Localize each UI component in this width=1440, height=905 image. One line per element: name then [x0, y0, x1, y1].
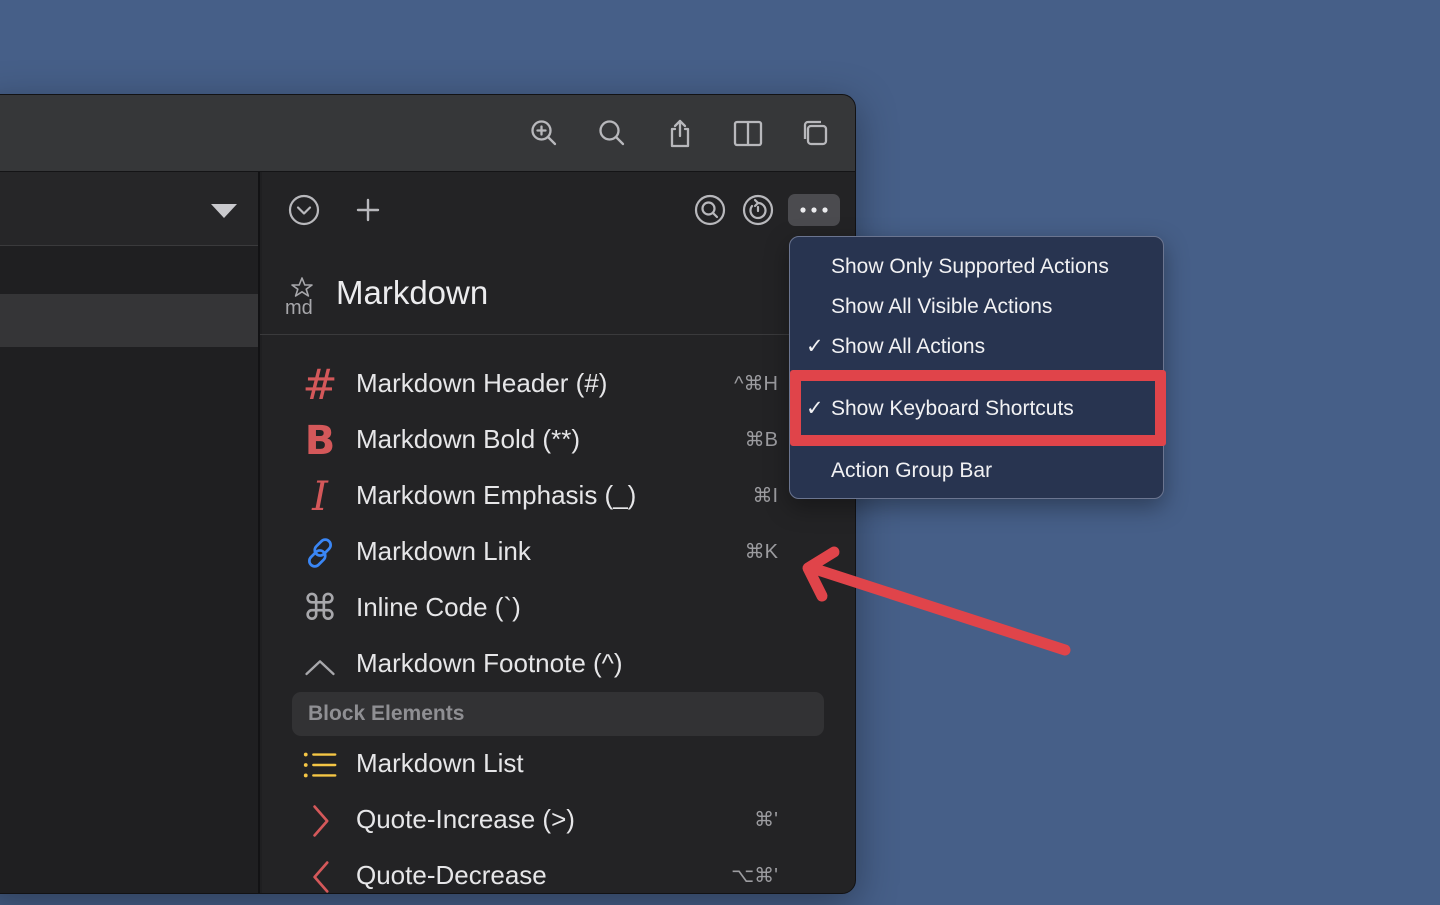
- chevron-right-icon: [300, 799, 340, 843]
- hash-icon: #: [302, 360, 338, 409]
- more-options-button[interactable]: [788, 194, 840, 226]
- action-shortcut: ⌘': [754, 809, 778, 831]
- command-icon: ⌘: [302, 588, 338, 629]
- search-icon[interactable]: [592, 113, 632, 153]
- action-label: Markdown List: [356, 748, 524, 778]
- menu-item-show-all-visible-actions[interactable]: Show All Visible Actions: [790, 288, 1163, 326]
- action-label: Markdown Footnote (^): [356, 648, 623, 678]
- action-row-quote-increase[interactable]: Quote-Increase (>) ⌘': [260, 793, 856, 849]
- left-pane-header: [0, 172, 258, 246]
- section-header-label: Block Elements: [308, 702, 465, 725]
- menu-item-label: Show All Visible Actions: [831, 295, 1053, 318]
- action-row-inline-code[interactable]: ⌘ Inline Code (`): [260, 581, 856, 637]
- checkmark-icon: ✓: [806, 335, 824, 358]
- menu-item-label: Action Group Bar: [831, 459, 993, 482]
- italic-icon: I: [312, 474, 328, 520]
- window-copy-icon[interactable]: [795, 113, 835, 153]
- action-shortcut: ⌥⌘': [731, 865, 778, 887]
- action-label: Markdown Header (#): [356, 368, 608, 398]
- search-circle-icon[interactable]: [692, 192, 728, 228]
- action-row-bold[interactable]: B Markdown Bold (**) ⌘B: [260, 413, 856, 469]
- action-label: Markdown Bold (**): [356, 424, 580, 454]
- action-label: Quote-Decrease: [356, 860, 547, 890]
- action-row-list[interactable]: Markdown List: [260, 737, 856, 793]
- left-pane-selected-row[interactable]: [0, 294, 258, 347]
- window-titlebar: [0, 95, 855, 172]
- plus-icon[interactable]: [350, 192, 386, 228]
- action-label: Quote-Increase (>): [356, 804, 575, 834]
- action-row-quote-decrease[interactable]: Quote-Decrease ⌥⌘': [260, 849, 856, 905]
- bold-icon: B: [304, 418, 336, 464]
- menu-item-label: Show All Actions: [831, 335, 986, 358]
- zoom-in-icon[interactable]: [524, 113, 564, 153]
- annotation-arrow-icon: [802, 546, 1071, 656]
- more-icon: [800, 207, 828, 213]
- caret-icon: [300, 643, 340, 687]
- svg-text:md: md: [285, 297, 313, 316]
- action-shortcut: ^⌘H: [734, 373, 778, 395]
- action-shortcut: ⌘B: [744, 429, 778, 451]
- action-row-emphasis[interactable]: I Markdown Emphasis (_) ⌘I: [260, 469, 856, 525]
- menu-item-action-group-bar[interactable]: Action Group Bar: [790, 452, 1163, 490]
- chevron-circle-down-icon[interactable]: [286, 192, 322, 228]
- action-shortcut: ⌘K: [744, 541, 778, 563]
- menu-item-show-only-supported-actions[interactable]: Show Only Supported Actions: [790, 248, 1163, 286]
- link-icon: [300, 531, 340, 575]
- action-label: Inline Code (`): [356, 592, 521, 622]
- left-pane: [0, 172, 260, 893]
- list-icon: [300, 743, 340, 787]
- dropdown-triangle-icon[interactable]: [211, 204, 237, 218]
- menu-item-label: Show Only Supported Actions: [831, 255, 1109, 278]
- action-row-footnote[interactable]: Markdown Footnote (^): [260, 637, 856, 693]
- history-icon[interactable]: [740, 192, 776, 228]
- action-row-link[interactable]: Markdown Link ⌘K: [260, 525, 856, 581]
- chevron-left-icon: [300, 855, 340, 899]
- markdown-logo-icon: md: [285, 277, 313, 316]
- group-title: Markdown: [336, 274, 489, 311]
- annotation-highlight-box: [790, 370, 1166, 446]
- action-group-header: md Markdown: [260, 256, 856, 335]
- section-header-block-elements[interactable]: Block Elements: [292, 692, 824, 736]
- options-menu: Show Only Supported Actions Show All Vis…: [789, 236, 1164, 499]
- action-shortcut: ⌘I: [752, 485, 778, 507]
- action-row-header[interactable]: # Markdown Header (#) ^⌘H: [260, 357, 856, 413]
- action-label: Markdown Link: [356, 536, 531, 566]
- share-icon[interactable]: [660, 113, 700, 153]
- menu-item-show-all-actions[interactable]: ✓ Show All Actions: [790, 328, 1163, 366]
- action-label: Markdown Emphasis (_): [356, 480, 637, 510]
- sidebar-toggle-icon[interactable]: [728, 113, 768, 153]
